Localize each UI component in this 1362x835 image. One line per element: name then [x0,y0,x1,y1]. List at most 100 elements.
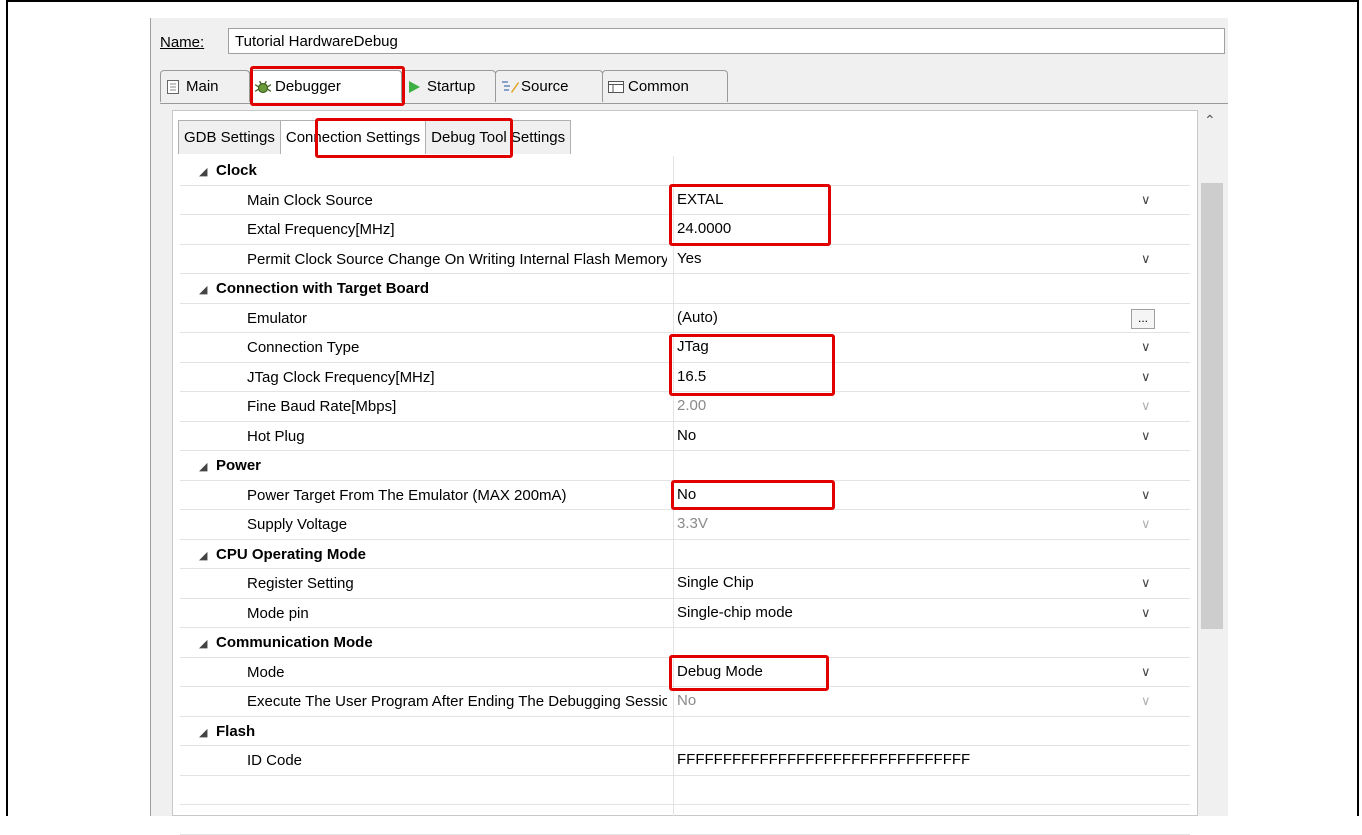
property-value[interactable]: 24.0000 [677,220,731,237]
tab-main[interactable]: Main [160,70,250,102]
launch-tabs: Main Debugger Startup Source Common [160,70,728,104]
property-label: Hot Plug [247,427,305,445]
property-label: Connection Type [247,339,360,356]
category-label: Clock [216,162,257,179]
category-label: CPU Operating Mode [216,545,367,563]
property-value[interactable]: Single Chip [677,574,754,591]
property-value[interactable]: JTag [677,338,709,355]
subtab-gdb-settings[interactable]: GDB Settings [178,120,281,154]
category-label: Flash [216,722,256,740]
property-label: Supply Voltage [247,516,348,533]
category-label: Communication Mode [216,634,373,651]
chevron-down-icon[interactable]: ∨ [1141,428,1151,444]
expanded-triangle-icon[interactable]: ◢ [199,549,207,562]
property-label: Register Setting [247,575,354,592]
property-value: No [677,692,697,709]
name-field[interactable]: Tutorial HardwareDebug [228,28,1225,54]
expanded-triangle-icon[interactable]: ◢ [199,460,207,473]
property-row[interactable]: Supply Voltage 3.3V ∨ [180,510,1190,540]
scrollbar-thumb[interactable] [1201,183,1223,629]
browse-button[interactable]: ... [1131,308,1155,329]
chevron-down-icon: ∨ [1141,398,1151,413]
tab-source[interactable]: Source [495,70,603,102]
chevron-up-icon[interactable]: ⌃ [1204,112,1216,129]
property-row[interactable]: ID Code FFFFFFFFFFFFFFFFFFFFFFFFFFFFFFFF [180,746,1190,776]
expanded-triangle-icon[interactable]: ◢ [199,637,207,650]
property-label: Main Clock Source [247,191,373,209]
empty-row [180,805,1190,835]
tab-debugger[interactable]: Debugger [249,70,402,102]
property-value[interactable]: EXTAL [677,191,723,208]
property-row[interactable]: Execute The User Program After Ending Th… [180,687,1190,717]
property-label: Emulator [247,309,308,327]
expanded-triangle-icon[interactable]: ◢ [199,283,207,296]
category-row[interactable]: ◢ CPU Operating Mode [180,540,1190,569]
category-label: Power [216,457,262,474]
chevron-down-icon[interactable]: ∨ [1141,251,1151,267]
property-value[interactable]: 16.5 [677,368,706,385]
chevron-down-icon: ∨ [1141,516,1151,531]
property-row[interactable]: Power Target From The Emulator (MAX 200m… [180,481,1190,510]
chevron-down-icon[interactable]: ∨ [1141,192,1151,208]
debugger-subtabs: GDB Settings Connection Settings Debug Too… [178,120,572,156]
category-row[interactable]: ◢ Clock [180,156,1190,186]
property-label: JTag Clock Frequency[MHz] [247,368,435,386]
property-value[interactable]: No [677,427,696,444]
property-label: Mode [247,663,285,681]
tab-common[interactable]: Common [602,70,728,102]
play-icon [406,79,422,95]
chevron-down-icon: ∨ [1141,693,1151,708]
subtab-connection-settings[interactable]: Connection Settings [279,120,427,154]
property-row[interactable]: Emulator (Auto)... [180,304,1190,333]
chevron-down-icon[interactable]: ∨ [1141,339,1151,355]
bug-icon [254,79,272,95]
property-row[interactable]: Main Clock Source EXTAL ∨ [180,186,1190,215]
tab-startup[interactable]: Startup [401,70,496,102]
category-row[interactable]: ◢ Power [180,451,1190,481]
property-row[interactable]: Permit Clock Source Change On Writing In… [180,245,1190,274]
category-row[interactable]: ◢ Communication Mode [180,628,1190,658]
subtab-debug-tool-settings[interactable]: Debug Tool Settings [425,120,572,154]
property-tree: ◢ Clock Main Clock Source EXTAL ∨ Extal Frequ… [180,156,1190,835]
chevron-down-icon[interactable]: ∨ [1141,605,1151,621]
tab-label: Debugger [275,78,341,95]
property-value[interactable]: (Auto) [677,309,718,326]
property-label: Fine Baud Rate[Mbps] [247,398,397,415]
property-value: 2.00 [677,397,707,414]
property-row[interactable]: Fine Baud Rate[Mbps] 2.00 ∨ [180,392,1190,422]
property-label: Execute The User Program After Ending Th… [247,693,667,710]
expanded-triangle-icon[interactable]: ◢ [199,165,207,178]
category-row[interactable]: ◢ Flash [180,717,1190,746]
category-label: Connection with Target Board [216,280,430,297]
document-icon [165,79,181,95]
property-row[interactable]: Connection Type JTag ∨ [180,333,1190,363]
property-value[interactable]: No [677,486,696,503]
property-value[interactable]: Yes [677,250,701,267]
tab-label: Source [521,78,569,95]
property-row[interactable]: Extal Frequency[MHz] 24.0000 [180,215,1190,245]
chevron-down-icon[interactable]: ∨ [1141,369,1151,385]
name-label: Name: [160,34,205,51]
property-label: Permit Clock Source Change On Writing In… [247,250,667,268]
property-label: ID Code [247,752,303,769]
property-row[interactable]: Register Setting Single Chip ∨ [180,569,1190,599]
property-value[interactable]: FFFFFFFFFFFFFFFFFFFFFFFFFFFFFFFF [677,751,970,768]
property-row[interactable]: Mode Debug Mode ∨ [180,658,1190,687]
property-row[interactable]: JTag Clock Frequency[MHz] 16.5 ∨ [180,363,1190,392]
table-icon [607,79,624,95]
expanded-triangle-icon[interactable]: ◢ [199,726,207,739]
tab-label: Startup [427,78,476,95]
source-icon [500,79,519,95]
property-row[interactable]: Hot Plug No ∨ [180,422,1190,451]
property-row[interactable]: Mode pin Single-chip mode ∨ [180,599,1190,628]
category-row[interactable]: ◢ Connection with Target Board [180,274,1190,304]
property-value[interactable]: Single-chip mode [677,604,793,621]
chevron-down-icon[interactable]: ∨ [1141,664,1151,680]
chevron-down-icon[interactable]: ∨ [1141,575,1151,591]
property-label: Power Target From The Emulator (MAX 200m… [247,486,567,504]
chevron-down-icon[interactable]: ∨ [1141,487,1151,503]
property-value[interactable]: Debug Mode [677,663,763,680]
empty-row [180,776,1190,805]
tab-label: Main [186,78,219,95]
property-label: Extal Frequency[MHz] [247,221,395,238]
